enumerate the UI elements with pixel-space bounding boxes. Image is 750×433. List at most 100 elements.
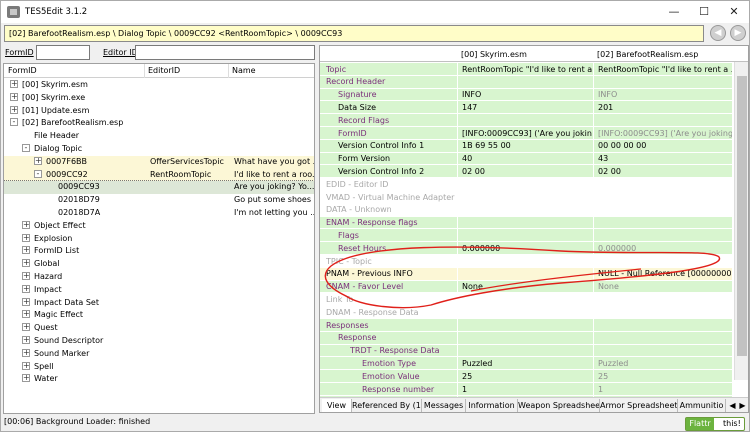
tree-row[interactable]: + [00] Skyrim.esm: [4, 79, 314, 92]
minimize-icon[interactable]: —: [659, 1, 689, 23]
column-skyrim-esm[interactable]: [00] Skyrim.esm: [461, 50, 527, 59]
record-row[interactable]: PNAM - Previous INFO NULL - Null Referenc…: [320, 267, 732, 281]
collapse-icon[interactable]: -: [22, 144, 30, 152]
tab-information[interactable]: Information: [466, 399, 518, 412]
tree-row[interactable]: - Dialog Topic: [4, 143, 314, 156]
expand-icon[interactable]: +: [22, 336, 30, 344]
tree-row[interactable]: - [02] BarefootRealism.esp: [4, 117, 314, 131]
expand-icon[interactable]: +: [10, 105, 18, 114]
tree-row[interactable]: 0009CC93 Are you joking? Yo...: [4, 180, 314, 196]
expand-icon[interactable]: +: [34, 156, 42, 165]
record-row[interactable]: Version Control Info 2 02 00 02 00: [320, 165, 732, 179]
record-row[interactable]: Form Version 40 43: [320, 152, 732, 166]
record-row[interactable]: FormID [INFO:0009CC93] ('Are you joking?.…: [320, 127, 732, 140]
tree-row[interactable]: + Quest: [4, 322, 314, 335]
record-row[interactable]: Record Header: [320, 75, 732, 89]
tree-row[interactable]: + Sound Marker: [4, 347, 314, 361]
tree-row[interactable]: 02018D79 Go put some shoes ...: [4, 194, 314, 207]
tab-view[interactable]: View: [322, 399, 352, 412]
record-row[interactable]: Emotion Value 25 25: [320, 370, 732, 383]
forward-arrow-icon[interactable]: ▶: [730, 25, 746, 41]
tree-row[interactable]: + Spell: [4, 360, 314, 374]
close-icon[interactable]: ✕: [719, 1, 749, 23]
tab-messages[interactable]: Messages: [422, 399, 466, 412]
record-row[interactable]: DNAM - Response Data: [320, 306, 732, 319]
record-row[interactable]: DATA - Unknown: [320, 203, 732, 217]
record-row[interactable]: Responses: [320, 319, 732, 332]
expand-icon[interactable]: +: [22, 259, 30, 268]
tree-cell-formid: Explosion: [34, 233, 73, 243]
expand-icon[interactable]: +: [22, 272, 30, 280]
expand-icon[interactable]: +: [22, 297, 30, 306]
record-row[interactable]: Record Flags: [320, 114, 732, 127]
record-row[interactable]: Link To: [320, 293, 732, 307]
maximize-icon[interactable]: ☐: [689, 1, 719, 23]
record-row[interactable]: Version Control Info 1 1B 69 55 00 00 00 0…: [320, 139, 732, 153]
collapse-icon[interactable]: -: [10, 118, 18, 127]
record-row[interactable]: EDID - Editor ID: [320, 178, 732, 191]
expand-icon[interactable]: +: [22, 284, 30, 293]
tree-row[interactable]: + Sound Descriptor: [4, 335, 314, 348]
record-row[interactable]: Response: [320, 331, 732, 345]
tree-row[interactable]: + FormID List: [4, 245, 314, 259]
record-row[interactable]: Topic RentRoomTopic "I'd like to rent a r…: [320, 63, 732, 76]
column-formid[interactable]: FormID: [8, 66, 37, 75]
tree-row[interactable]: + Impact: [4, 283, 314, 297]
record-row[interactable]: TPIC - Topic: [320, 255, 732, 268]
tree-row[interactable]: + Hazard: [4, 271, 314, 284]
tree-row[interactable]: +0007F6BB OfferServicesTopic What have you…: [4, 155, 314, 169]
tab-scroll-right-icon[interactable]: ▶: [738, 399, 747, 412]
record-row[interactable]: Emotion Type Puzzled Puzzled: [320, 357, 732, 371]
tab-ammunition-spreadsheet[interactable]: Ammunitio: [678, 399, 726, 412]
tab-scroll-left-icon[interactable]: ◀: [728, 399, 737, 412]
record-field-label: Flags: [338, 230, 359, 240]
record-row[interactable]: TRDT - Response Data: [320, 344, 732, 358]
expand-icon[interactable]: +: [22, 310, 30, 319]
tree-row[interactable]: + [01] Update.esm: [4, 104, 314, 118]
tree-row[interactable]: + Impact Data Set: [4, 296, 314, 310]
formid-search-input[interactable]: [36, 45, 90, 60]
column-name[interactable]: Name: [232, 66, 256, 75]
tab-armor-spreadsheet[interactable]: Armor Spreadsheet: [600, 399, 678, 412]
record-row[interactable]: Data Size 147 201: [320, 101, 732, 115]
expand-icon[interactable]: +: [22, 374, 30, 383]
expand-icon[interactable]: +: [10, 80, 18, 88]
tree-row[interactable]: + Object Effect: [4, 219, 314, 233]
column-editorid[interactable]: EditorID: [148, 66, 180, 75]
expand-icon[interactable]: +: [22, 220, 30, 229]
flattr-button[interactable]: Flattr this!: [685, 417, 745, 431]
tree-row[interactable]: File Header: [4, 130, 314, 143]
navigation-panel: FormID Editor ID FormID EditorID Name + […: [3, 44, 315, 414]
record-value-barefoot: Puzzled: [598, 358, 629, 368]
expand-icon[interactable]: +: [22, 348, 30, 357]
record-row[interactable]: Signature INFO INFO: [320, 88, 732, 102]
tab-weapon-spreadsheet[interactable]: Weapon Spreadsheet: [518, 399, 600, 412]
record-tree[interactable]: FormID EditorID Name + [00] Skyrim.esm + [0…: [3, 63, 315, 414]
expand-icon[interactable]: +: [22, 361, 30, 370]
collapse-icon[interactable]: -: [34, 169, 42, 178]
record-row[interactable]: Reset Hours 0.000000 0.000000: [320, 242, 732, 255]
tree-row[interactable]: + Magic Effect: [4, 309, 314, 323]
tree-row[interactable]: + [00] Skyrim.exe: [4, 91, 314, 105]
tree-row[interactable]: -0009CC92 RentRoomTopic I'd like to rent a…: [4, 168, 314, 182]
tree-row[interactable]: 02018D7A I'm not letting you ...: [4, 207, 314, 220]
record-value-skyrim: 25: [462, 371, 473, 381]
column-barefootrealism-esp[interactable]: [02] BarefootRealism.esp: [597, 50, 698, 59]
tree-row[interactable]: + Water: [4, 373, 314, 387]
expand-icon[interactable]: +: [22, 246, 30, 255]
tab-referenced-by[interactable]: Referenced By (1): [352, 399, 422, 412]
editorid-search-input[interactable]: [135, 45, 315, 60]
vertical-scrollbar[interactable]: [734, 62, 748, 380]
tree-row[interactable]: + Explosion: [4, 232, 314, 246]
expand-icon[interactable]: +: [22, 233, 30, 242]
record-row[interactable]: VMAD - Virtual Machine Adapter: [320, 191, 732, 204]
record-row[interactable]: Response number 1 1: [320, 383, 732, 396]
scrollbar-thumb[interactable]: [737, 76, 747, 356]
record-row[interactable]: ENAM - Response flags: [320, 216, 732, 230]
tree-row[interactable]: + Global: [4, 258, 314, 271]
back-arrow-icon[interactable]: ◀: [710, 25, 726, 41]
expand-icon[interactable]: +: [10, 92, 18, 101]
record-row[interactable]: CNAM - Favor Level None None: [320, 280, 732, 294]
record-row[interactable]: Flags: [320, 229, 732, 243]
expand-icon[interactable]: +: [22, 323, 30, 332]
